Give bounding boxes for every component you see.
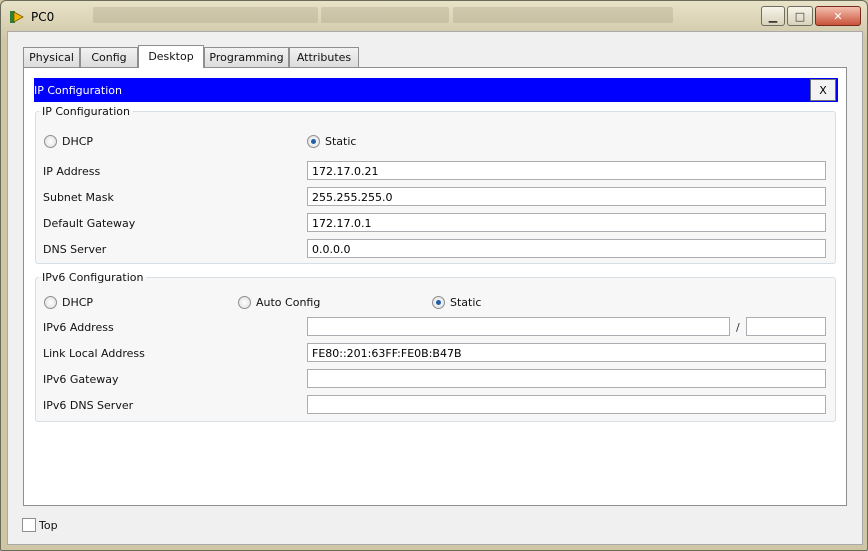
- ipv6-dns-server-input[interactable]: [307, 395, 826, 414]
- background-titlebar-ghost: [93, 7, 318, 23]
- ipv4-static-radio[interactable]: [307, 135, 320, 148]
- close-icon: ✕: [833, 9, 843, 23]
- default-gateway-label: Default Gateway: [43, 217, 136, 230]
- default-gateway-input[interactable]: 172.17.0.1: [307, 213, 826, 232]
- dns-server-label: DNS Server: [43, 243, 107, 256]
- ipv6-dns-server-label: IPv6 DNS Server: [43, 399, 134, 412]
- maximize-icon: □: [794, 9, 806, 23]
- ipv4-static-label: Static: [325, 135, 357, 148]
- title-bar[interactable]: PC0 ▁ □ ✕: [1, 1, 867, 31]
- ipv4-dhcp-label: DHCP: [62, 135, 94, 148]
- desktop-panel: IP Configuration X IP Configuration DHCP…: [23, 67, 847, 506]
- subnet-mask-label: Subnet Mask: [43, 191, 114, 204]
- ipv6-auto-config-radio[interactable]: [238, 296, 251, 309]
- link-local-address-label: Link Local Address: [43, 347, 145, 360]
- tab-attributes[interactable]: Attributes: [289, 47, 359, 67]
- main-content: Physical Config Desktop Programming Attr…: [7, 31, 863, 545]
- prefix-separator: /: [736, 321, 740, 334]
- top-checkbox-label: Top: [39, 519, 58, 532]
- background-titlebar-ghost: [321, 7, 449, 23]
- tab-programming[interactable]: Programming: [204, 47, 289, 67]
- close-window-button[interactable]: ✕: [815, 6, 861, 26]
- ipv6-gateway-input[interactable]: [307, 369, 826, 388]
- ipv6-legend: IPv6 Configuration: [42, 271, 144, 284]
- ipv6-address-input[interactable]: [307, 317, 730, 336]
- top-checkbox[interactable]: [22, 518, 36, 532]
- ipv6-static-radio[interactable]: [432, 296, 445, 309]
- ipv6-gateway-label: IPv6 Gateway: [43, 373, 119, 386]
- ip-address-input[interactable]: 172.17.0.21: [307, 161, 826, 180]
- tab-physical[interactable]: Physical: [23, 47, 80, 67]
- ipv6-static-label: Static: [450, 296, 482, 309]
- tab-desktop[interactable]: Desktop: [138, 45, 204, 68]
- ipv6-address-label: IPv6 Address: [43, 321, 114, 334]
- ipv6-dhcp-radio[interactable]: [44, 296, 57, 309]
- background-titlebar-ghost: [453, 7, 673, 23]
- ip-configuration-header: IP Configuration X: [34, 78, 838, 102]
- tab-config[interactable]: Config: [80, 47, 138, 67]
- packet-tracer-icon: [10, 11, 24, 23]
- ipv6-dhcp-label: DHCP: [62, 296, 94, 309]
- subnet-mask-input[interactable]: 255.255.255.0: [307, 187, 826, 206]
- maximize-button[interactable]: □: [787, 6, 813, 26]
- ipv4-dhcp-radio[interactable]: [44, 135, 57, 148]
- ipv6-auto-config-label: Auto Config: [256, 296, 321, 309]
- ipv6-prefix-input[interactable]: [746, 317, 826, 336]
- link-local-address-input[interactable]: FE80::201:63FF:FE0B:B47B: [307, 343, 826, 362]
- ipv4-legend: IP Configuration: [42, 105, 130, 118]
- minimize-icon: ▁: [768, 9, 778, 23]
- minimize-button[interactable]: ▁: [761, 6, 785, 26]
- ip-configuration-title: IP Configuration: [34, 84, 122, 97]
- ip-address-label: IP Address: [43, 165, 101, 178]
- pc0-window: PC0 ▁ □ ✕ Physical Config Desktop Progra…: [0, 0, 868, 551]
- dns-server-input[interactable]: 0.0.0.0: [307, 239, 826, 258]
- close-app-button[interactable]: X: [810, 79, 836, 101]
- window-title: PC0: [31, 10, 55, 24]
